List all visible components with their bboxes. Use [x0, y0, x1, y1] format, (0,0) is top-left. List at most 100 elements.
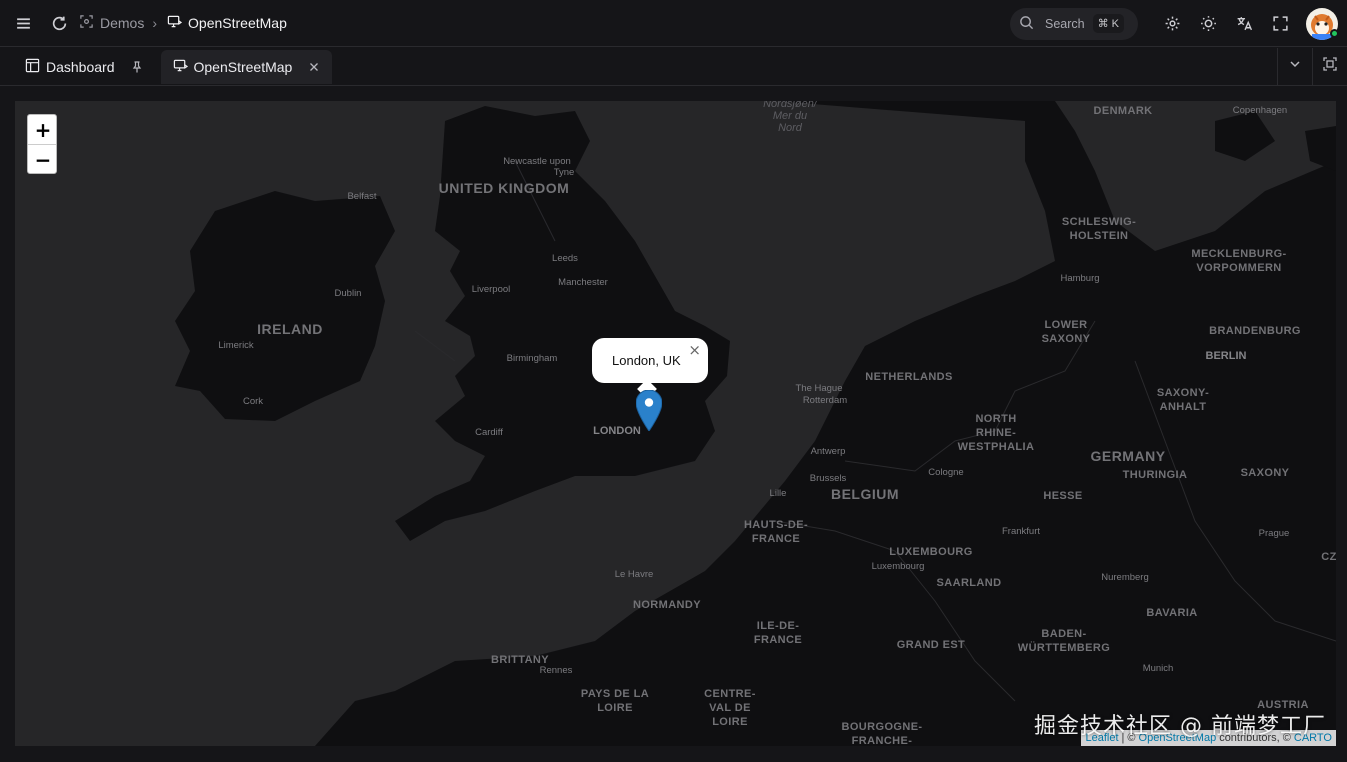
- city-label: Antwerp: [811, 446, 846, 457]
- city-label: Cork: [243, 396, 263, 407]
- map-tiles: Nordsjøen/ Mer du Nord UNITED KINGDOM IR…: [175, 101, 1336, 746]
- breadcrumb-demos[interactable]: Demos: [79, 14, 144, 32]
- region-label: SAXONY-: [1157, 387, 1209, 399]
- region-label: SAARLAND: [937, 577, 1002, 589]
- region-label: WESTPHALIA: [958, 441, 1035, 453]
- region-label: LOIRE: [597, 702, 633, 714]
- city-label: Le Havre: [615, 569, 654, 580]
- city-label: Hamburg: [1060, 273, 1099, 284]
- menu-icon[interactable]: [5, 5, 41, 41]
- city-label: Belfast: [347, 191, 376, 202]
- map-popup: London, UK ×: [592, 338, 708, 399]
- dashboard-icon: [25, 58, 40, 76]
- popup-close-icon[interactable]: ×: [688, 341, 701, 359]
- tab-openstreetmap[interactable]: OpenStreetMap: [160, 49, 333, 84]
- country-label: DENMARK: [1093, 105, 1152, 117]
- region-label: ANHALT: [1160, 401, 1207, 413]
- region-label: HESSE: [1043, 490, 1082, 502]
- city-label: Rennes: [540, 665, 573, 676]
- fullscreen-icon[interactable]: [1262, 6, 1298, 42]
- region-label: BRANDENBURG: [1209, 325, 1301, 337]
- city-label: Prague: [1259, 528, 1290, 539]
- search-label: Search: [1045, 16, 1085, 31]
- tabs-dropdown-button[interactable]: [1277, 48, 1312, 85]
- watermark: 掘金技术社区 @ 前端梦工厂: [1034, 714, 1326, 739]
- search-button[interactable]: Search ⌘ K: [1010, 7, 1138, 40]
- region-label: BAVARIA: [1146, 607, 1197, 619]
- city-label: Leeds: [552, 253, 578, 264]
- monitor-icon: [173, 58, 188, 76]
- city-label: Nuremberg: [1101, 572, 1149, 583]
- region-label: PAYS DE LA: [581, 688, 649, 700]
- map-container[interactable]: Nordsjøen/ Mer du Nord UNITED KINGDOM IR…: [15, 101, 1336, 746]
- city-label: Cardiff: [475, 427, 503, 438]
- close-icon[interactable]: [308, 61, 320, 73]
- zoom-in-button[interactable]: +: [28, 115, 56, 145]
- tab-maximize-button[interactable]: [1312, 48, 1347, 85]
- city-label: Rotterdam: [803, 395, 847, 406]
- online-status-dot: [1330, 29, 1339, 38]
- region-label: ILE-DE-: [757, 620, 800, 632]
- region-label: SCHLESWIG-: [1062, 216, 1136, 228]
- top-header: Demos › OpenStreetMap Search ⌘ K: [0, 0, 1347, 47]
- country-label: UNITED KINGDOM: [439, 180, 570, 196]
- city-label: Tyne: [554, 167, 575, 178]
- region-label: HOLSTEIN: [1070, 230, 1129, 242]
- sea-label: Mer du: [773, 110, 807, 122]
- breadcrumb-label: Demos: [100, 15, 145, 31]
- breadcrumb-openstreetmap[interactable]: OpenStreetMap: [167, 14, 287, 32]
- city-label: Lille: [770, 488, 787, 499]
- region-label: SAXONY: [1042, 333, 1091, 345]
- region-label: FRANCHE-: [852, 735, 913, 746]
- zoom-out-button[interactable]: −: [28, 145, 56, 173]
- city-label: LONDON: [593, 425, 641, 437]
- city-label: Copenhagen: [1233, 105, 1287, 116]
- region-label: THURINGIA: [1123, 469, 1188, 481]
- region-label: LUXEMBOURG: [889, 546, 972, 558]
- region-label: FRANCE: [754, 634, 802, 646]
- region-label: WÜRTTEMBERG: [1018, 641, 1110, 654]
- region-label: LOIRE: [712, 716, 748, 728]
- search-shortcut: ⌘ K: [1092, 14, 1125, 33]
- region-label: FRANCE: [752, 533, 800, 545]
- region-label: HAUTS-DE-: [744, 519, 808, 531]
- region-label: NORMANDY: [633, 599, 701, 611]
- settings-icon[interactable]: [1154, 6, 1190, 42]
- tab-label: OpenStreetMap: [193, 58, 293, 75]
- region-label: NORTH: [975, 413, 1016, 425]
- country-label: BELGIUM: [831, 486, 899, 502]
- region-label: BOURGOGNE-: [842, 721, 923, 733]
- region-label: BADEN-: [1041, 628, 1086, 640]
- country-label: GERMANY: [1090, 448, 1165, 464]
- region-label: RHINE-: [976, 427, 1016, 439]
- city-label: Brussels: [810, 473, 847, 484]
- popup-text: London, UK: [612, 353, 681, 368]
- region-label: GRAND EST: [897, 639, 965, 651]
- monitor-icon: [167, 14, 183, 32]
- region-label: LOWER: [1045, 319, 1088, 331]
- city-label: The Hague: [795, 383, 842, 394]
- breadcrumb-label: OpenStreetMap: [188, 15, 287, 31]
- tab-dashboard[interactable]: Dashboard: [13, 50, 155, 84]
- city-label: Birmingham: [507, 353, 558, 364]
- city-label: Manchester: [558, 277, 608, 288]
- map-marker-icon[interactable]: [636, 390, 662, 431]
- refresh-icon[interactable]: [41, 5, 77, 41]
- city-label: Newcastle upon: [503, 156, 571, 167]
- breadcrumb: Demos › OpenStreetMap: [79, 14, 287, 32]
- translate-icon[interactable]: [1226, 6, 1262, 42]
- city-label: BERLIN: [1206, 350, 1247, 362]
- sun-icon[interactable]: [1190, 6, 1226, 42]
- demos-icon: [79, 14, 94, 32]
- zoom-control: + −: [27, 114, 57, 174]
- region-label: CZ: [1321, 551, 1336, 563]
- city-label: Dublin: [335, 288, 362, 299]
- sea-label: Nord: [778, 122, 803, 134]
- pin-icon[interactable]: [131, 60, 143, 73]
- tab-bar: Dashboard OpenStreetMap: [0, 48, 1347, 86]
- region-label: CENTRE-: [704, 688, 756, 700]
- country-label: IRELAND: [257, 321, 323, 337]
- tab-label: Dashboard: [46, 58, 115, 75]
- region-label: MECKLENBURG-: [1191, 248, 1286, 260]
- chevron-right-icon: ›: [152, 15, 158, 31]
